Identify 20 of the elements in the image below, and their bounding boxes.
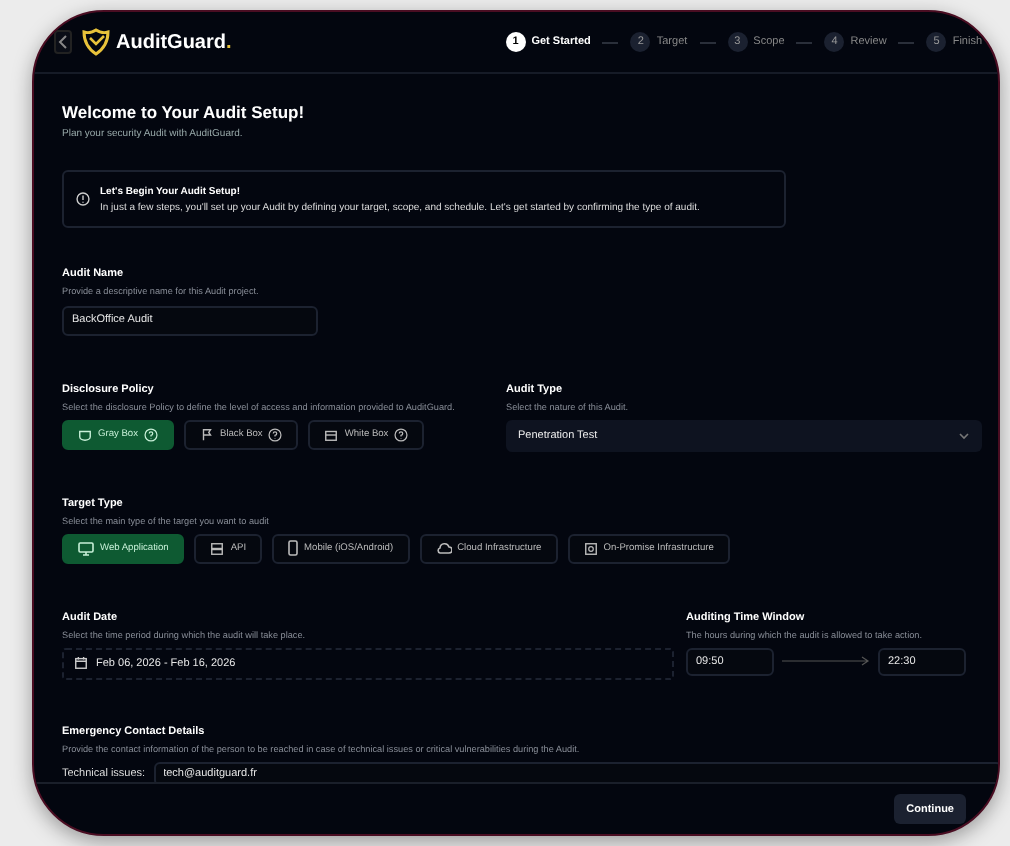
phone-icon xyxy=(288,540,299,556)
box-icon xyxy=(324,427,339,441)
shield-logo-icon xyxy=(80,28,112,56)
flag-icon xyxy=(200,427,214,441)
cloud-icon xyxy=(435,542,452,554)
calendar-icon xyxy=(74,656,88,670)
help-icon xyxy=(268,427,283,441)
arrow-right-icon xyxy=(782,656,870,666)
chevron-down-icon xyxy=(958,431,970,439)
monitor-icon xyxy=(78,541,94,555)
server-icon xyxy=(210,541,225,555)
mask-icon xyxy=(78,427,92,441)
help-icon xyxy=(394,427,409,441)
server-rack-icon xyxy=(583,541,598,555)
brand-name: AuditGuard. xyxy=(116,31,232,53)
help-icon xyxy=(144,427,158,441)
back-button[interactable] xyxy=(54,30,72,54)
info-icon xyxy=(76,192,90,206)
chevron-left-icon xyxy=(58,34,68,50)
page-title: Welcome to Your Audit Setup! xyxy=(62,102,307,122)
